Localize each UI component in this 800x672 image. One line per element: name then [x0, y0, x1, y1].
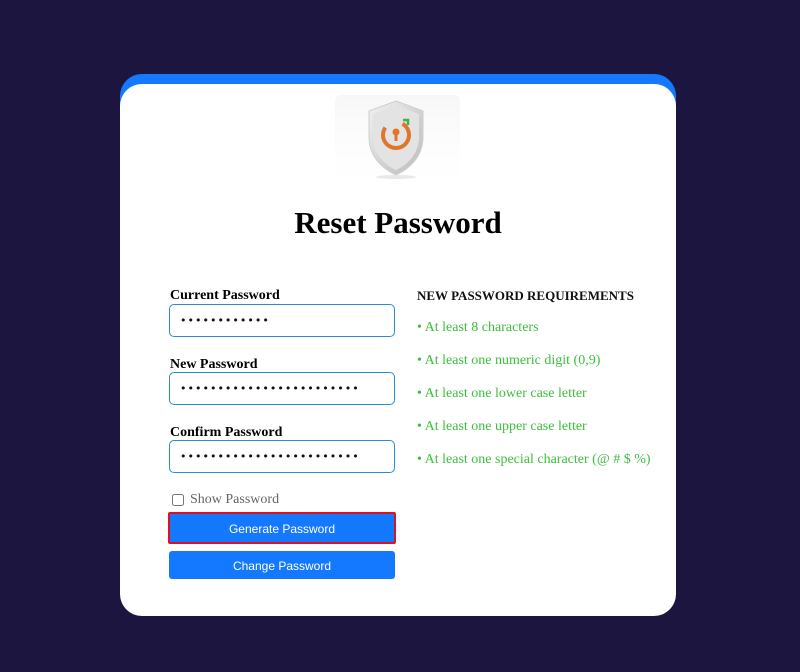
requirement-item: • At least 8 characters [417, 320, 539, 335]
confirm-password-label: Confirm Password [170, 425, 283, 440]
confirm-password-field[interactable] [169, 440, 395, 473]
current-password-field[interactable] [169, 304, 395, 337]
show-password-row: Show Password [172, 492, 279, 508]
requirement-item: • At least one lower case letter [417, 386, 587, 401]
new-password-label: New Password [170, 357, 258, 372]
requirement-item: • At least one special character (@ # $ … [417, 452, 651, 467]
shield-lock-icon [368, 100, 424, 179]
requirement-item: • At least one upper case letter [417, 419, 587, 434]
change-password-button[interactable]: Change Password [169, 551, 395, 579]
requirement-item: • At least one numeric digit (0,9) [417, 353, 601, 368]
current-password-label: Current Password [170, 288, 280, 303]
requirements-title: NEW PASSWORD REQUIREMENTS [417, 288, 634, 303]
new-password-field[interactable] [169, 372, 395, 405]
show-password-checkbox[interactable] [172, 494, 184, 506]
page-title: Reset Password [294, 205, 502, 240]
show-password-label: Show Password [190, 492, 280, 507]
logo [335, 95, 460, 185]
generate-password-button[interactable]: Generate Password [168, 512, 396, 544]
